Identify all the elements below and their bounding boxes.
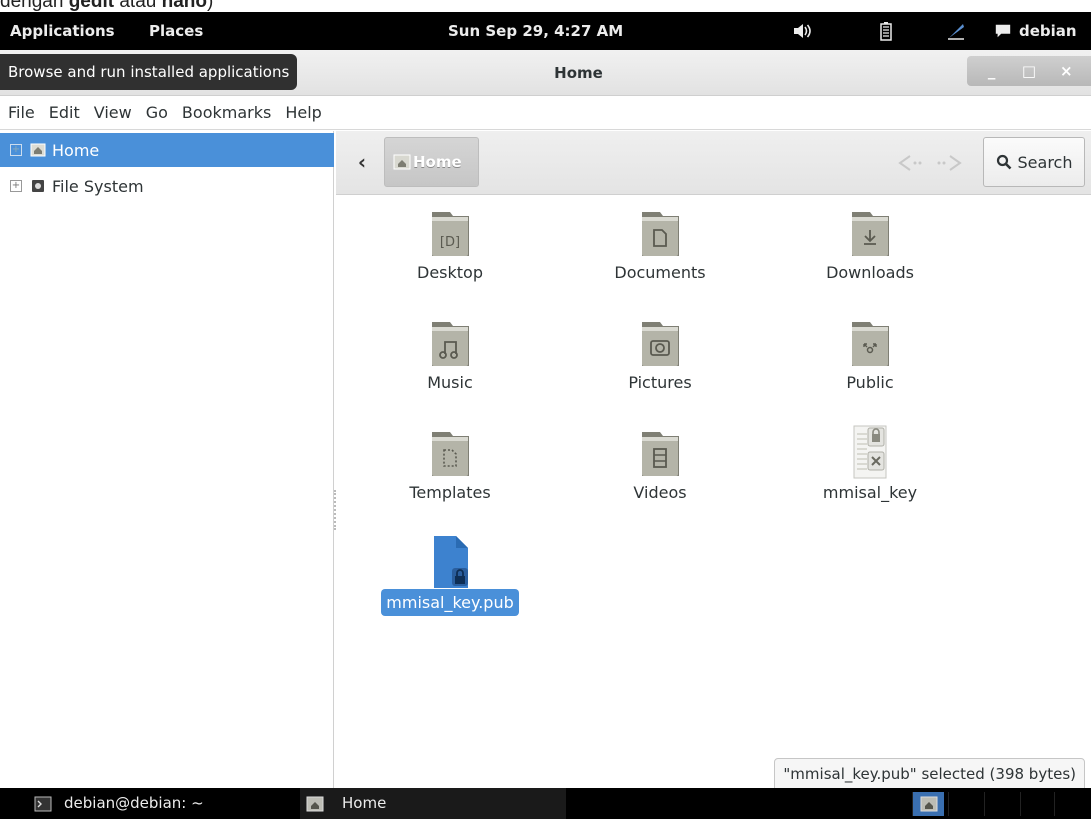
file-label: Music xyxy=(427,373,473,392)
clock[interactable]: Sun Sep 29, 4:27 AM xyxy=(448,12,623,50)
downloads-folder-icon xyxy=(852,212,889,256)
file-item-mmisal-key[interactable]: mmisal_key xyxy=(790,422,950,522)
menu-bookmarks[interactable]: Bookmarks xyxy=(182,103,271,122)
menu-go[interactable]: Go xyxy=(146,103,168,122)
file-item-public[interactable]: Public xyxy=(790,312,950,412)
toolbar: ‹ Home Search xyxy=(336,131,1091,195)
maximize-button[interactable]: □ xyxy=(1014,59,1044,83)
public-folder-icon xyxy=(852,322,889,366)
volume-icon[interactable] xyxy=(792,21,812,41)
workspace-1[interactable] xyxy=(912,792,944,816)
taskbar-item-terminal[interactable]: debian@debian: ~ xyxy=(0,788,300,819)
file-label: Downloads xyxy=(826,263,914,282)
workspace-3[interactable] xyxy=(984,792,1016,816)
music-folder-icon xyxy=(432,322,469,366)
titlebar[interactable]: Home Browse and run installed applicatio… xyxy=(0,50,1091,96)
top-panel: Applications Places Sun Sep 29, 4:27 AM … xyxy=(0,12,1091,50)
applications-menu[interactable]: Applications xyxy=(10,12,115,50)
file-label: Desktop xyxy=(417,263,483,282)
taskbar-item-home[interactable]: Home xyxy=(300,788,566,819)
file-item-documents[interactable]: Documents xyxy=(580,202,740,302)
menu-help[interactable]: Help xyxy=(285,103,321,122)
forward-arrow-icon[interactable] xyxy=(934,153,964,173)
file-item-videos[interactable]: Videos xyxy=(580,422,740,522)
search-label: Search xyxy=(1017,152,1073,172)
desktop-folder-icon: [D] xyxy=(432,212,469,256)
workspace-5[interactable] xyxy=(1054,792,1086,816)
file-label: mmisal_key.pub xyxy=(370,589,530,616)
file-item-music[interactable]: Music xyxy=(370,312,530,412)
chat-icon[interactable] xyxy=(994,21,1012,41)
file-label: Public xyxy=(846,373,894,392)
back-arrow-icon[interactable] xyxy=(896,153,926,173)
home-folder-icon xyxy=(393,154,411,170)
minimize-button[interactable]: _ xyxy=(977,59,1007,83)
status-bar: "mmisal_key.pub" selected (398 bytes) xyxy=(774,758,1085,791)
file-item-templates[interactable]: Templates xyxy=(370,422,530,522)
sidebar-item-file-system[interactable]: + File System xyxy=(0,169,334,203)
private-key-file-icon xyxy=(853,425,887,479)
window-controls: _ □ × xyxy=(967,56,1091,86)
menu-file[interactable]: File xyxy=(8,103,35,122)
sidebar-item-home[interactable]: + Home xyxy=(0,133,334,167)
home-folder-icon xyxy=(920,796,938,812)
menu-view[interactable]: View xyxy=(94,103,132,122)
sidebar-item-label: Home xyxy=(52,140,100,160)
expand-icon[interactable]: + xyxy=(10,180,22,192)
templates-folder-icon xyxy=(432,432,469,476)
public-key-file-icon xyxy=(434,536,468,588)
sidebar-tree: + Home + File System xyxy=(0,131,334,788)
file-label: Pictures xyxy=(628,373,692,392)
tooltip: Browse and run installed applications xyxy=(0,54,298,90)
home-folder-icon xyxy=(306,796,324,811)
file-label: Documents xyxy=(614,263,706,282)
close-button[interactable]: × xyxy=(1051,59,1081,83)
workspace-2[interactable] xyxy=(948,792,980,816)
documents-folder-icon xyxy=(642,212,679,256)
videos-folder-icon xyxy=(642,432,679,476)
svg-text:[D]: [D] xyxy=(440,235,460,250)
path-button-home[interactable]: Home xyxy=(384,137,479,187)
sidebar-item-label: File System xyxy=(52,176,144,196)
file-label: Videos xyxy=(633,483,687,502)
battery-icon[interactable] xyxy=(876,21,896,41)
taskbar-label: debian@debian: ~ xyxy=(64,794,204,812)
file-manager-window: Home Browse and run installed applicatio… xyxy=(0,50,1091,791)
search-button[interactable]: Search xyxy=(983,137,1085,187)
file-label: mmisal_key xyxy=(822,483,918,502)
file-view[interactable]: [D] Desktop Documents Downloads Music Pi… xyxy=(336,196,1091,791)
places-menu[interactable]: Places xyxy=(149,12,203,50)
terminal-icon xyxy=(34,796,52,811)
bottom-panel: debian@debian: ~ Home xyxy=(0,788,1091,819)
file-label: Templates xyxy=(409,483,491,502)
drive-icon xyxy=(32,180,44,192)
search-icon xyxy=(996,154,1011,170)
file-item-downloads[interactable]: Downloads xyxy=(790,202,950,302)
file-item-mmisal-key-pub[interactable]: mmisal_key.pub xyxy=(370,532,530,632)
path-label: Home xyxy=(413,153,462,171)
navigation-arrows xyxy=(896,151,976,175)
taskbar-label: Home xyxy=(342,794,387,812)
path-back-button[interactable]: ‹ xyxy=(350,151,374,175)
file-item-desktop[interactable]: [D] Desktop xyxy=(370,202,530,302)
accessibility-icon[interactable] xyxy=(946,21,966,41)
menubar: File Edit View Go Bookmarks Help xyxy=(0,96,1091,130)
caption-text: dengan gedit atau nano) xyxy=(0,0,214,12)
pictures-folder-icon xyxy=(642,322,679,366)
user-menu[interactable]: debian xyxy=(1019,12,1077,50)
file-item-pictures[interactable]: Pictures xyxy=(580,312,740,412)
home-folder-icon xyxy=(30,143,46,157)
menu-edit[interactable]: Edit xyxy=(49,103,80,122)
workspace-4[interactable] xyxy=(1020,792,1052,816)
expand-icon[interactable]: + xyxy=(10,144,22,156)
